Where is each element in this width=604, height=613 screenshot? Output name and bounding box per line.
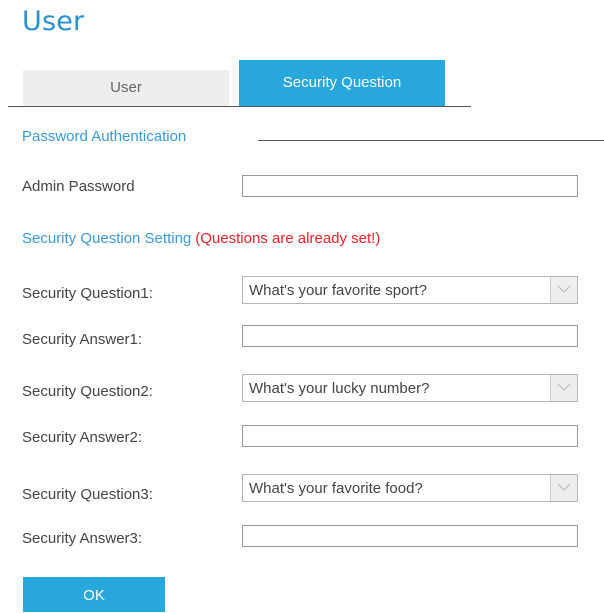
security-question3-select[interactable]: What's your favorite food? [242,474,578,502]
dropdown-arrow[interactable] [550,277,577,303]
security-question2-label: Security Question2: [22,383,153,400]
ok-button[interactable]: OK [23,577,165,612]
security-answer1-field[interactable] [242,325,578,347]
security-answer2-label: Security Answer2: [22,429,143,446]
security-question2-select[interactable]: What's your lucky number? [242,374,578,402]
security-answer2-field[interactable] [242,425,578,447]
security-answer3-field[interactable] [242,525,578,547]
security-question1-value: What's your favorite sport? [249,282,427,299]
security-question-setting-header: Security Question Setting (Questions are … [22,230,380,247]
tab-user[interactable]: User [23,70,229,106]
section-divider [258,140,604,141]
password-authentication-header: Password Authentication [22,128,187,145]
chevron-down-icon [557,483,571,491]
dropdown-arrow[interactable] [550,475,577,501]
security-question-setting-title: Security Question Setting [22,230,192,247]
tab-security-question[interactable]: Security Question [239,60,445,106]
security-answer3-label: Security Answer3: [22,530,143,547]
page-title: User [22,6,85,37]
chevron-down-icon [557,285,571,293]
dropdown-arrow[interactable] [550,375,577,401]
chevron-down-icon [557,383,571,391]
security-question3-value: What's your favorite food? [249,480,423,497]
security-question1-label: Security Question1: [22,285,153,302]
admin-password-label: Admin Password [22,178,135,195]
questions-set-warning: (Questions are already set!) [195,230,381,247]
tab-bar: User Security Question [8,58,471,107]
security-question2-value: What's your lucky number? [249,380,430,397]
admin-password-field[interactable] [242,175,578,197]
security-answer1-label: Security Answer1: [22,331,143,348]
security-question3-label: Security Question3: [22,486,153,503]
security-question1-select[interactable]: What's your favorite sport? [242,276,578,304]
